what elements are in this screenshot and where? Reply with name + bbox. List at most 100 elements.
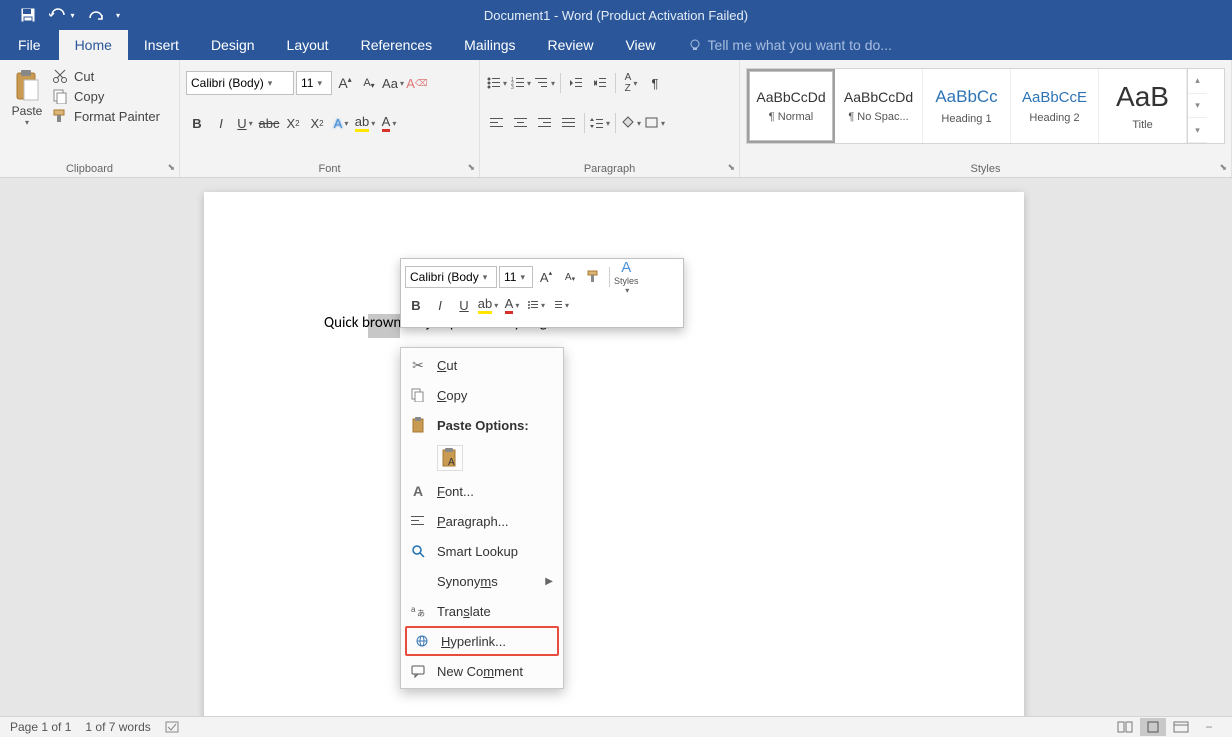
ctx-paragraph[interactable]: Paragraph... xyxy=(403,506,561,536)
paste-button[interactable]: Paste ▾ xyxy=(6,64,48,159)
text-effects-button[interactable]: A xyxy=(330,111,352,135)
ctx-new-comment[interactable]: New Comment xyxy=(403,656,561,686)
tab-view[interactable]: View xyxy=(609,30,671,60)
ctx-copy[interactable]: Copy xyxy=(403,380,561,410)
justify-button[interactable] xyxy=(558,111,580,135)
format-painter-button[interactable]: Format Painter xyxy=(52,108,160,124)
style-heading2[interactable]: AaBbCcE Heading 2 xyxy=(1011,69,1099,143)
line-spacing-button[interactable] xyxy=(589,111,611,135)
submenu-arrow-icon: ▶ xyxy=(545,576,553,587)
font-size-combo[interactable]: 11▾ xyxy=(296,71,332,95)
style-title[interactable]: AaB Title xyxy=(1099,69,1187,143)
clear-format-button[interactable]: A⌫ xyxy=(406,71,428,95)
styles-scroll-up[interactable]: ▴ xyxy=(1188,69,1207,94)
change-case-button[interactable]: Aa xyxy=(382,71,404,95)
read-mode-button[interactable] xyxy=(1112,718,1138,736)
strikethrough-button[interactable]: abc xyxy=(258,111,280,135)
mini-italic[interactable]: I xyxy=(429,293,451,317)
highlight-button[interactable]: ab xyxy=(354,111,376,135)
superscript-button[interactable]: X2 xyxy=(306,111,328,135)
mini-bullets[interactable] xyxy=(525,293,547,317)
save-button[interactable] xyxy=(14,1,42,29)
zoom-out-button[interactable]: − xyxy=(1196,718,1222,736)
mini-font-color[interactable]: A xyxy=(501,293,523,317)
styles-scroll-down[interactable]: ▾ xyxy=(1188,94,1207,119)
mini-increase-font[interactable]: A▴ xyxy=(535,265,557,289)
mini-font-combo[interactable]: Calibri (Body▾ xyxy=(405,266,497,288)
shading-button[interactable] xyxy=(620,111,642,135)
ctx-hyperlink[interactable]: Hyperlink... xyxy=(405,626,559,656)
ctx-font[interactable]: A Font... xyxy=(403,476,561,506)
font-color-button[interactable]: A xyxy=(378,111,400,135)
undo-button[interactable]: ▾ xyxy=(48,1,76,29)
paragraph-icon xyxy=(409,515,427,527)
mini-bold[interactable]: B xyxy=(405,293,427,317)
borders-button[interactable] xyxy=(644,111,666,135)
sort-button[interactable]: AZ xyxy=(620,71,642,95)
mini-format-painter[interactable] xyxy=(583,265,605,289)
style-heading1[interactable]: AaBbCc Heading 1 xyxy=(923,69,1011,143)
ctx-smart-lookup[interactable]: Smart Lookup xyxy=(403,536,561,566)
ctx-paste-options-row: A xyxy=(403,440,561,476)
group-font: Calibri (Body)▾ 11▾ A▴ A▾ Aa A⌫ B I U ab… xyxy=(180,60,480,177)
redo-button[interactable] xyxy=(82,1,110,29)
underline-button[interactable]: U xyxy=(234,111,256,135)
tell-me-search[interactable]: Tell me what you want to do... xyxy=(672,30,892,60)
svg-text:3: 3 xyxy=(511,85,514,89)
tab-layout[interactable]: Layout xyxy=(271,30,345,60)
subscript-button[interactable]: X2 xyxy=(282,111,304,135)
tab-home[interactable]: Home xyxy=(59,30,128,60)
page-indicator[interactable]: Page 1 of 1 xyxy=(10,720,71,734)
scissors-icon: ✂ xyxy=(409,357,427,374)
spelling-icon[interactable] xyxy=(165,720,181,734)
style-preview: AaBbCcDd xyxy=(756,89,825,105)
mini-styles-button[interactable]: A Styles xyxy=(614,265,639,289)
web-layout-button[interactable] xyxy=(1168,718,1194,736)
mini-size-combo[interactable]: 11▾ xyxy=(499,266,533,288)
tab-design[interactable]: Design xyxy=(195,30,271,60)
ctx-synonyms[interactable]: Synonyms ▶ xyxy=(403,566,561,596)
decrease-indent-button[interactable] xyxy=(565,71,587,95)
tab-references[interactable]: References xyxy=(345,30,449,60)
style-no-spacing[interactable]: AaBbCcDd ¶ No Spac... xyxy=(835,69,923,143)
copy-button[interactable]: Copy xyxy=(52,88,160,104)
align-right-button[interactable] xyxy=(534,111,556,135)
mini-numbering[interactable] xyxy=(549,293,571,317)
tab-insert[interactable]: Insert xyxy=(128,30,195,60)
mini-highlight[interactable]: ab xyxy=(477,293,499,317)
ctx-translate[interactable]: aあ Translate xyxy=(403,596,561,626)
decrease-font-button[interactable]: A▾ xyxy=(358,71,380,95)
tab-file[interactable]: File xyxy=(0,30,59,60)
ctx-paste-keep-text[interactable]: A xyxy=(437,445,463,471)
ctx-cut[interactable]: ✂ Cut xyxy=(403,350,561,380)
window-title: Document1 - Word (Product Activation Fai… xyxy=(484,8,748,23)
cut-button[interactable]: Cut xyxy=(52,68,160,84)
paragraph-dialog-launcher[interactable]: ⬊ xyxy=(727,162,735,173)
bullets-button[interactable] xyxy=(486,71,508,95)
align-left-button[interactable] xyxy=(486,111,508,135)
show-marks-button[interactable]: ¶ xyxy=(644,71,666,95)
mini-decrease-font[interactable]: A▾ xyxy=(559,265,581,289)
increase-indent-button[interactable] xyxy=(589,71,611,95)
font-name-value: Calibri (Body) xyxy=(191,76,264,90)
style-name: Heading 2 xyxy=(1029,112,1079,124)
style-name: Heading 1 xyxy=(941,113,991,125)
numbering-button[interactable]: 123 xyxy=(510,71,532,95)
clipboard-dialog-launcher[interactable]: ⬊ xyxy=(167,162,175,173)
multilevel-list-button[interactable] xyxy=(534,71,556,95)
font-dialog-launcher[interactable]: ⬊ xyxy=(467,162,475,173)
styles-expand[interactable]: ▾ xyxy=(1188,118,1207,143)
increase-font-button[interactable]: A▴ xyxy=(334,71,356,95)
mini-underline[interactable]: U xyxy=(453,293,475,317)
style-preview: AaBbCcDd xyxy=(844,89,913,105)
style-normal[interactable]: AaBbCcDd ¶ Normal xyxy=(747,69,835,143)
italic-button[interactable]: I xyxy=(210,111,232,135)
tab-review[interactable]: Review xyxy=(532,30,610,60)
print-layout-button[interactable] xyxy=(1140,718,1166,736)
align-center-button[interactable] xyxy=(510,111,532,135)
bold-button[interactable]: B xyxy=(186,111,208,135)
styles-dialog-launcher[interactable]: ⬊ xyxy=(1219,162,1227,173)
word-count[interactable]: 1 of 7 words xyxy=(85,720,150,734)
tab-mailings[interactable]: Mailings xyxy=(448,30,531,60)
font-name-combo[interactable]: Calibri (Body)▾ xyxy=(186,71,294,95)
